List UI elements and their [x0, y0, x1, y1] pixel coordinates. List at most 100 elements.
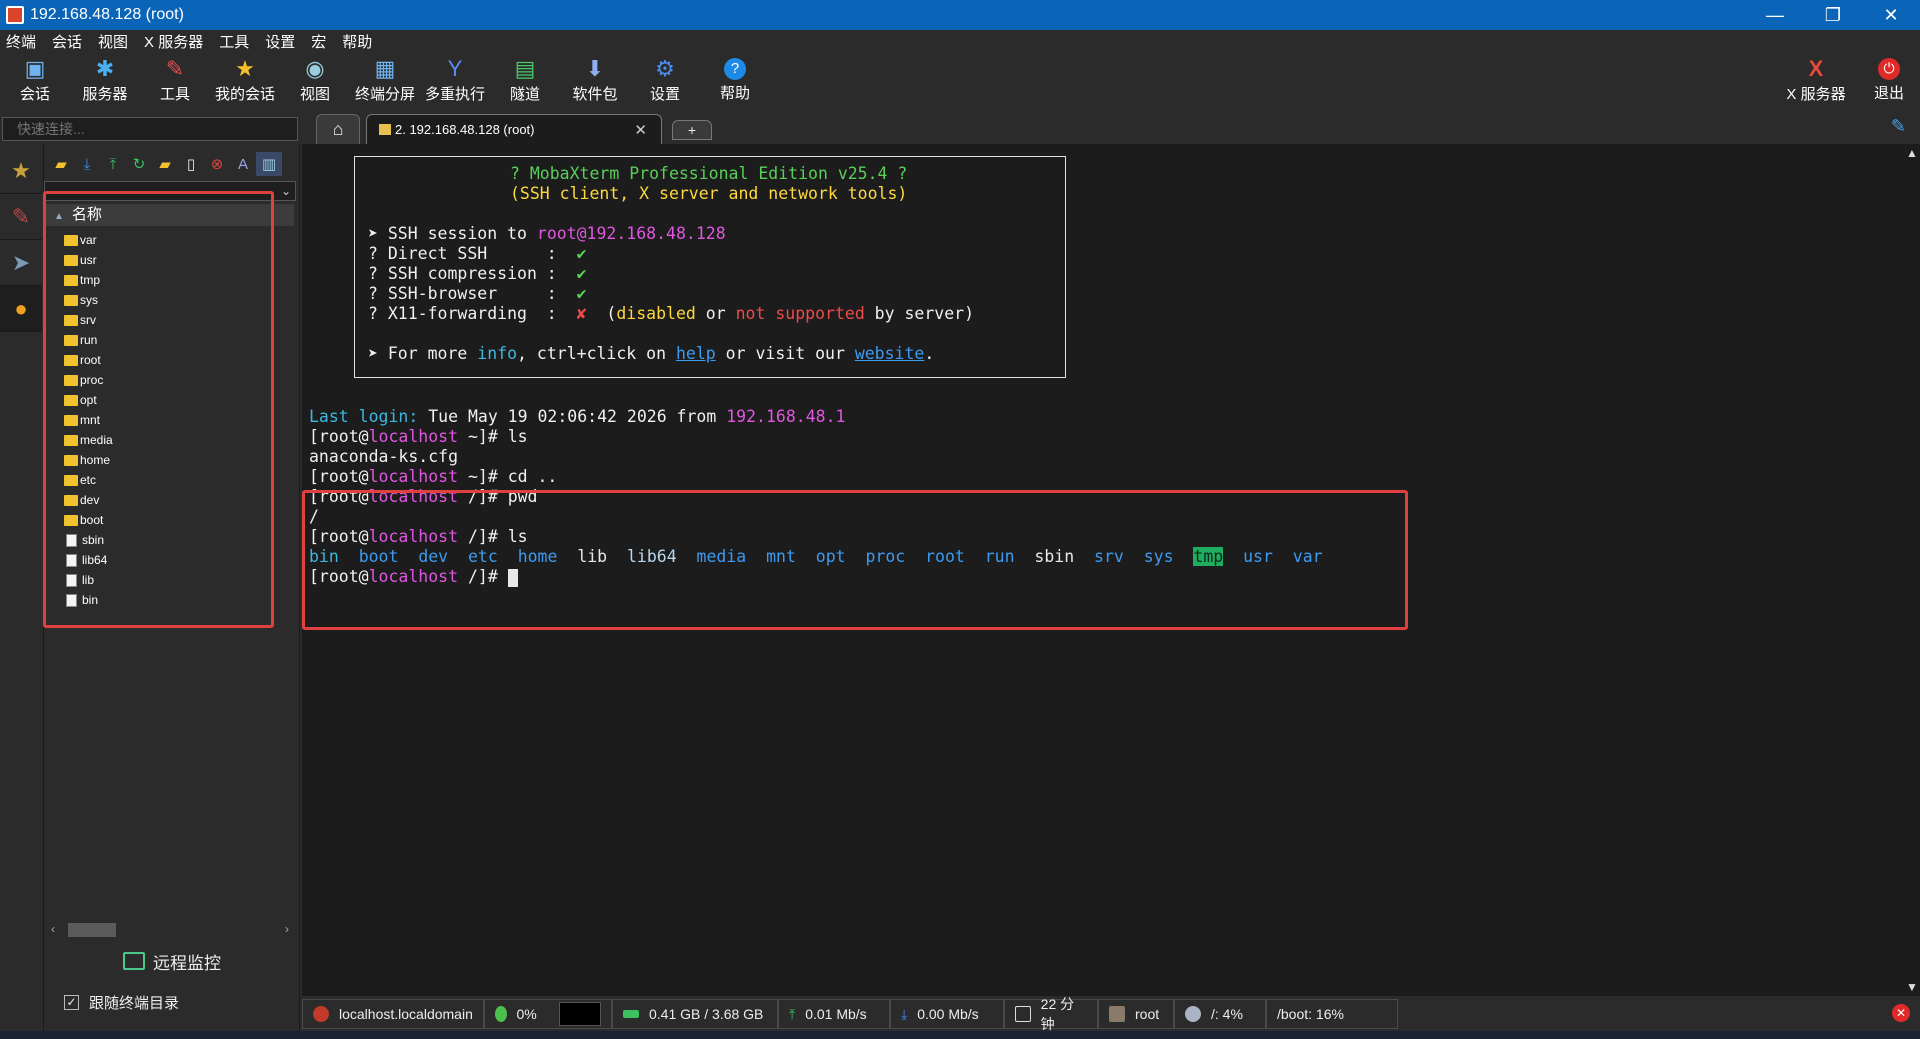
terminal-scrollbar[interactable]: ▲ ▼ [1904, 144, 1920, 996]
file-list-item[interactable]: media [64, 430, 284, 450]
follow-terminal-folder-checkbox[interactable]: ✓ 跟随终端目录 [64, 992, 179, 1013]
banner-opt-browser: ? SSH-browser : ✔ [368, 284, 587, 304]
file-list-item[interactable]: proc [64, 370, 284, 390]
status-close-icon[interactable]: ✕ [1892, 1004, 1910, 1022]
toggle-view-icon[interactable]: ▥ [256, 152, 282, 176]
file-list-item[interactable]: etc [64, 470, 284, 490]
delete-icon[interactable]: ⊗ [204, 152, 230, 176]
terminal-line: [root@localhost /]# ls [309, 527, 528, 547]
ls-entry: lib [577, 547, 608, 566]
tools-side-tab[interactable]: ✎ [0, 194, 42, 240]
toolbar-exit-button[interactable]: ⏻ 退出 [1858, 52, 1920, 108]
toolbar-my-sessions-button[interactable]: ★ 我的会话 [210, 52, 280, 108]
macros-side-tab[interactable]: ➤ [0, 240, 42, 286]
servers-icon: ✱ [95, 55, 115, 81]
menu-tools[interactable]: 工具 [219, 31, 249, 52]
scroll-thumb[interactable] [68, 923, 116, 937]
menu-view[interactable]: 视图 [98, 31, 128, 52]
toolbar-multiexec-button[interactable]: Y 多重执行 [420, 52, 490, 108]
file-list-item[interactable]: srv [64, 310, 284, 330]
sessions-side-tab[interactable]: ★ [0, 148, 42, 194]
sftp-icon: ● [14, 295, 28, 321]
refresh-icon[interactable]: ↻ [126, 152, 152, 176]
file-list-item[interactable]: boot [64, 510, 284, 530]
toolbar-help-button[interactable]: ? 帮助 [700, 52, 770, 108]
prompt: [root@ [309, 567, 369, 586]
file-list-item[interactable]: lib64 [64, 550, 284, 570]
toolbar-split-button[interactable]: ▦ 终端分屏 [350, 52, 420, 108]
help-link[interactable]: help [676, 344, 716, 363]
file-list-item[interactable]: bin [64, 590, 284, 610]
toolbar-settings-button[interactable]: ⚙ 设置 [630, 52, 700, 108]
download-icon[interactable]: ⤓ [74, 152, 100, 176]
toolbar-packages-button[interactable]: ⬇ 软件包 [560, 52, 630, 108]
file-list-header[interactable]: ▲ 名称 [46, 204, 294, 226]
file-list-item[interactable]: mnt [64, 410, 284, 430]
minimize-button[interactable]: — [1746, 0, 1804, 30]
rename-icon[interactable]: A [230, 152, 256, 176]
parent-folder-icon[interactable]: ▰ [48, 152, 74, 176]
close-button[interactable]: ✕ [1862, 0, 1920, 30]
follow-terminal-label: 跟随终端目录 [89, 995, 180, 1012]
file-list-item[interactable]: sys [64, 290, 284, 310]
opt-compression-label: ? SSH compression : [368, 264, 577, 283]
toolbar-servers-button[interactable]: ✱ 服务器 [70, 52, 140, 108]
menu-macros[interactable]: 宏 [311, 31, 326, 52]
paperclip-icon[interactable]: ✎ [1891, 116, 1906, 137]
monitor-icon [123, 952, 145, 970]
menu-settings[interactable]: 设置 [265, 31, 295, 52]
prompt: [root@ [309, 527, 369, 546]
scroll-right-icon[interactable]: › [280, 922, 294, 936]
tools-icon: ✎ [165, 55, 185, 81]
chevron-down-icon[interactable]: ⌄ [277, 182, 295, 200]
toolbar-tools-button[interactable]: ✎ 工具 [140, 52, 210, 108]
status-upload: ⤒ 0.01 Mb/s [778, 999, 890, 1029]
path-select[interactable]: ⌄ [44, 181, 296, 201]
checkbox-checked[interactable]: ✓ [64, 995, 79, 1010]
file-list-item[interactable]: root [64, 350, 284, 370]
info-link[interactable]: info [477, 344, 517, 363]
toolbar-view-button[interactable]: ◉ 视图 [280, 52, 350, 108]
menu-help[interactable]: 帮助 [342, 31, 372, 52]
website-link[interactable]: website [855, 344, 925, 363]
file-name: media [80, 433, 113, 447]
menu-terminal[interactable]: 终端 [6, 31, 36, 52]
remote-monitoring-label: 远程监控 [153, 953, 221, 973]
menu-sessions[interactable]: 会话 [52, 31, 82, 52]
file-list-item[interactable]: usr [64, 250, 284, 270]
sftp-side-tab[interactable]: ● [0, 286, 42, 332]
star-icon: ★ [11, 157, 31, 183]
tab-session[interactable]: 2. 192.168.48.128 (root) ✕ [366, 114, 662, 144]
scroll-track[interactable] [60, 921, 280, 937]
file-list-item[interactable]: home [64, 450, 284, 470]
quick-connect-input[interactable] [2, 117, 298, 141]
new-file-icon[interactable]: ▯ [178, 152, 204, 176]
remote-monitoring-button[interactable]: 远程监控 [44, 947, 300, 975]
upload-icon[interactable]: ⤒ [100, 152, 126, 176]
file-list-item[interactable]: tmp [64, 270, 284, 290]
scroll-left-icon[interactable]: ‹ [46, 922, 60, 936]
horizontal-scrollbar[interactable]: ‹ › [46, 920, 294, 938]
scroll-down-icon[interactable]: ▼ [1906, 980, 1918, 994]
toolbar-session-button[interactable]: ▣ 会话 [0, 52, 70, 108]
toolbar-tunnel-button[interactable]: ▤ 隧道 [490, 52, 560, 108]
new-folder-icon[interactable]: ▰ [152, 152, 178, 176]
add-tab-button[interactable]: + [672, 120, 712, 140]
home-tab[interactable]: ⌂ [316, 114, 360, 144]
file-list-item[interactable]: dev [64, 490, 284, 510]
scroll-up-icon[interactable]: ▲ [1906, 146, 1918, 160]
file-list-item[interactable]: lib [64, 570, 284, 590]
tab-close-icon[interactable]: ✕ [634, 121, 647, 139]
status-user-label: root [1135, 1006, 1160, 1022]
file-list-item[interactable]: opt [64, 390, 284, 410]
file-list-item[interactable]: run [64, 330, 284, 350]
menu-xserver[interactable]: X 服务器 [144, 31, 203, 52]
restore-button[interactable]: ❐ [1804, 0, 1862, 30]
file-list-item[interactable]: sbin [64, 530, 284, 550]
x11-disabled: disabled [616, 304, 696, 323]
symlink-icon [66, 573, 77, 587]
toolbar-xserver-button[interactable]: X X 服务器 [1774, 52, 1858, 108]
file-list-item[interactable]: var [64, 230, 284, 250]
ls-entry: opt [815, 547, 846, 566]
terminal-area[interactable]: ? MobaXterm Professional Edition v25.4 ?… [302, 144, 1904, 996]
